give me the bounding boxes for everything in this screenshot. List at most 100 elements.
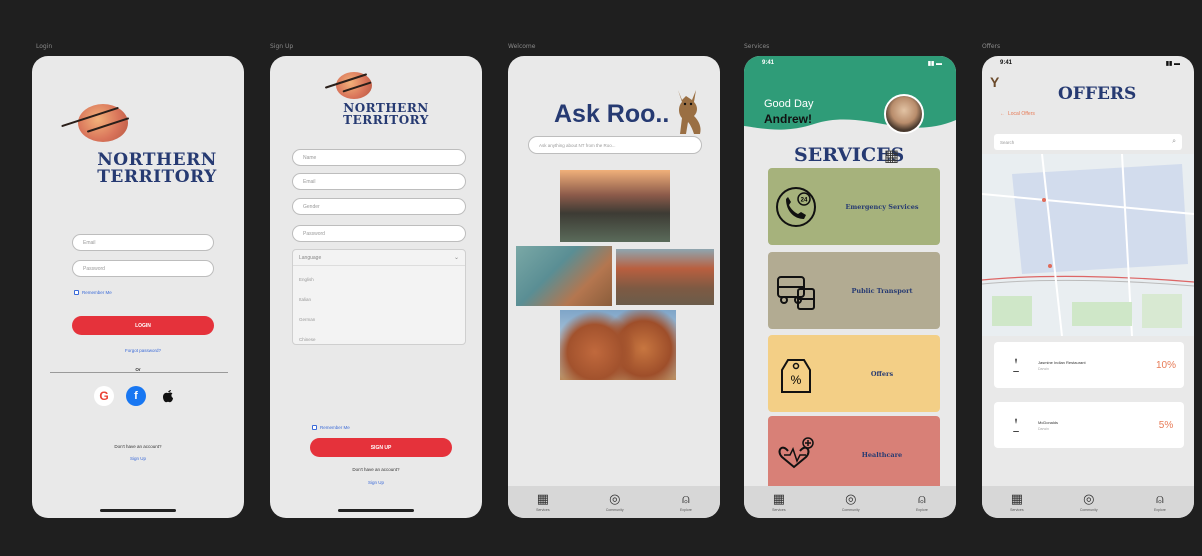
facebook-icon[interactable]: f [126, 386, 146, 406]
language-select[interactable]: Language ⌄ [293, 250, 465, 266]
ask-search-input[interactable]: Ask anything about NT from the Roo... [528, 136, 702, 154]
services-icon: ▦ [772, 491, 786, 507]
logo-text: NORTHERN TERRITORY [97, 150, 217, 188]
tab-community[interactable]: ◎ Community [1080, 493, 1098, 512]
back-arrow-icon: ← [1000, 111, 1005, 117]
boulders-photo[interactable] [560, 310, 676, 380]
chevron-down-icon: ⌄ [453, 255, 459, 261]
kangaroo-logo-icon: Y [990, 74, 1000, 90]
name-field[interactable]: Name [292, 149, 466, 166]
bottom-tab-bar: ▦ Services ◎ Community ⍝ Explore [508, 486, 720, 518]
remember-me-checkbox[interactable]: Remember Me [312, 425, 350, 430]
svg-text:24: 24 [801, 197, 808, 203]
sign-up-link[interactable]: Sign Up [122, 456, 154, 461]
gender-field[interactable]: Gender [292, 198, 466, 215]
email-field[interactable]: Email [292, 173, 466, 190]
apple-icon[interactable] [158, 386, 178, 406]
bottom-tab-bar: ▦ Services ◎ Community ⍝ Explore [744, 486, 956, 518]
password-field[interactable]: Password [72, 260, 214, 277]
offers-screen: 9:41 ▮▮ ▬ Y OFFERS ← Local Offers Search… [982, 56, 1194, 518]
back-link[interactable]: ← Local Offers [1000, 111, 1035, 117]
services-grid-icon: ▦ [884, 146, 900, 165]
search-icon: ⌕ [1172, 138, 1176, 145]
logo-sunset-image [324, 72, 372, 99]
waterhole-photo[interactable] [516, 246, 612, 306]
login-screen: NORTHERN TERRITORY Email Password Rememb… [32, 56, 244, 518]
frame-label-signup: Sign Up [270, 43, 294, 50]
offers-title: OFFERS [1058, 84, 1137, 104]
community-icon: ◎ [609, 491, 621, 507]
frame-label-login: Login [36, 43, 53, 50]
sunset-gorge-photo[interactable] [560, 170, 670, 242]
community-icon: ◎ [845, 491, 857, 507]
tab-services[interactable]: ▦ Services [1010, 493, 1023, 512]
explore-icon: ⍝ [917, 491, 926, 507]
community-icon: ◎ [1083, 491, 1095, 507]
language-option[interactable]: English [299, 270, 459, 290]
cutlery-plate-icon: ⍘ [1010, 413, 1022, 437]
offers-search-input[interactable]: Search ⌕ [994, 134, 1182, 150]
service-card-healthcare[interactable]: Healthcare [768, 416, 940, 493]
no-account-text: Don't have an account? [114, 444, 162, 449]
map-view[interactable] [982, 154, 1194, 336]
language-option[interactable]: Italian [299, 290, 459, 310]
status-bar: 9:41 ▮▮ ▬ [762, 60, 942, 67]
signal-battery-icon: ▮▮ ▬ [1165, 61, 1180, 67]
offer-item[interactable]: ⍘ McDonalds Darwin 5% [994, 402, 1184, 448]
language-option[interactable]: German [299, 310, 459, 330]
user-name: Andrew! [764, 112, 812, 126]
kangaroo-icon [678, 90, 701, 134]
language-option[interactable]: Chinese [299, 330, 459, 350]
ask-roo-screen: Ask Roo.. Ask anything about NT from the… [508, 56, 720, 518]
phone-24-icon: 24 [768, 185, 824, 229]
tab-community[interactable]: ◎ Community [842, 493, 860, 512]
logo-text: NORTHERN TERRITORY [343, 101, 429, 128]
frame-label-welcome: Welcome [508, 43, 536, 50]
password-field[interactable]: Password [292, 225, 466, 242]
bus-train-icon [768, 269, 824, 313]
explore-icon: ⍝ [1155, 491, 1164, 507]
service-card-emergency[interactable]: 24 Emergency Services [768, 168, 940, 245]
or-label: Or [132, 367, 144, 372]
bottom-tab-bar: ▦ Services ◎ Community ⍝ Explore [982, 486, 1194, 518]
ask-roo-title: Ask Roo.. [554, 100, 670, 128]
discount-badge: 10% [1155, 359, 1176, 371]
map-image [982, 154, 1194, 336]
home-indicator [338, 509, 414, 512]
service-card-transport[interactable]: Public Transport [768, 252, 940, 329]
frame-label-services: Services [744, 43, 770, 50]
tab-explore[interactable]: ⍝ Explore [680, 493, 692, 512]
checkbox-icon [312, 425, 317, 430]
tab-services[interactable]: ▦ Services [536, 493, 549, 512]
sign-up-button[interactable]: SIGN UP [310, 438, 452, 457]
tab-community[interactable]: ◎ Community [606, 493, 624, 512]
discount-tag-icon: % [768, 352, 824, 396]
avatar[interactable] [884, 94, 924, 134]
services-screen: 9:41 ▮▮ ▬ Good Day Andrew! SERVICES ▦ 24… [744, 56, 956, 518]
svg-text:%: % [791, 373, 802, 387]
remember-me-checkbox[interactable]: Remember Me [74, 290, 112, 295]
signal-battery-icon: ▮▮ ▬ [927, 61, 942, 67]
checkbox-icon [74, 290, 79, 295]
cutlery-plate-icon: ⍘ [1010, 353, 1022, 377]
red-rock-photo[interactable] [616, 249, 714, 305]
email-field[interactable]: Email [72, 234, 214, 251]
signup-screen: NORTHERN TERRITORY Name Email Gender Pas… [270, 56, 482, 518]
have-account-text: Don't have an account? [352, 467, 400, 472]
service-card-offers[interactable]: % Offers [768, 335, 940, 412]
google-icon[interactable]: G [94, 386, 114, 406]
language-dropdown[interactable]: Language ⌄ English Italian German Chines… [292, 249, 466, 345]
tab-explore[interactable]: ⍝ Explore [916, 493, 928, 512]
divider [50, 372, 228, 373]
greeting-text: Good Day [764, 98, 814, 110]
logo-sunset-image [61, 104, 130, 142]
explore-icon: ⍝ [681, 491, 690, 507]
login-button[interactable]: LOGIN [72, 316, 214, 335]
forgot-password-link[interactable]: Forgot password? [112, 348, 174, 353]
frame-label-offers: Offers [982, 43, 1001, 50]
tab-explore[interactable]: ⍝ Explore [1154, 493, 1166, 512]
tab-services[interactable]: ▦ Services [772, 493, 785, 512]
home-indicator [100, 509, 176, 512]
sign-in-link[interactable]: Sign Up [360, 480, 392, 485]
offer-item[interactable]: ⍘ Jasmine Indian Restaurant Darwin 10% [994, 342, 1184, 388]
